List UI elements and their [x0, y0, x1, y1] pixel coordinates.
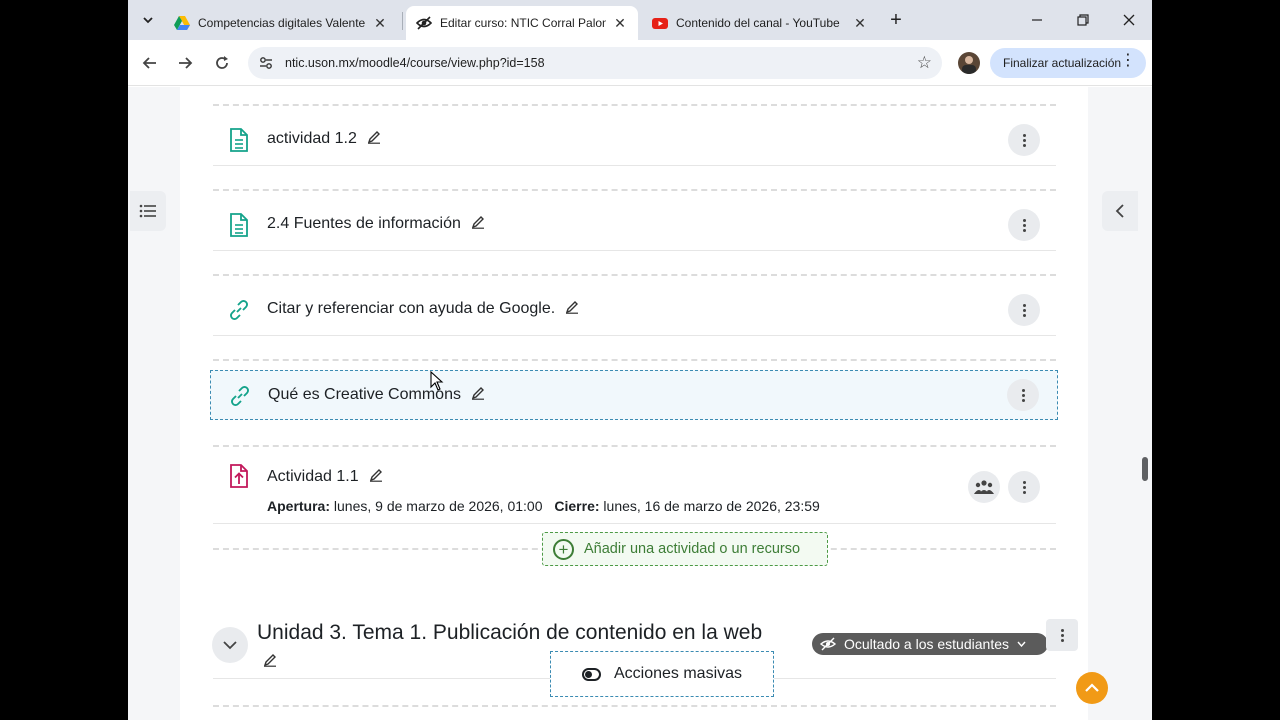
edit-pencil-icon[interactable]	[367, 130, 381, 144]
activity-item-selected[interactable]: Qué es Creative Commons	[210, 370, 1058, 420]
activity-actions-menu[interactable]	[1008, 294, 1040, 326]
google-drive-icon	[174, 16, 190, 30]
open-date-label: Apertura:	[267, 498, 331, 514]
activity-item[interactable]: Citar y referenciar con ayuda de Google.	[210, 285, 1058, 335]
url-text: ntic.uson.mx/moodle4/course/view.php?id=…	[285, 56, 545, 70]
block-drawer-toggle[interactable]	[1102, 191, 1138, 231]
chevron-down-icon	[1017, 641, 1026, 647]
activity-item[interactable]: 2.4 Fuentes de información	[210, 200, 1058, 250]
add-activity-button[interactable]: + Añadir una actividad o un recurso	[542, 532, 828, 566]
activity-name[interactable]: Actividad 1.1	[267, 468, 359, 485]
activity-name[interactable]: Citar y referenciar con ayuda de Google.	[267, 300, 555, 317]
edit-pencil-icon[interactable]	[471, 386, 485, 400]
forward-icon[interactable]	[173, 51, 197, 75]
tab-search-icon[interactable]	[136, 8, 160, 32]
link-icon	[231, 386, 249, 406]
group-icon	[974, 480, 994, 494]
browser-window: Competencias digitales Valente ✕ Editar …	[128, 0, 1152, 720]
chevron-down-icon	[223, 641, 237, 650]
course-index-toggle[interactable]	[130, 191, 166, 231]
minimize-icon[interactable]	[1025, 8, 1049, 32]
add-activity-label: Añadir una actividad o un recurso	[584, 541, 801, 557]
bookmark-star-icon[interactable]: ☆	[917, 53, 932, 73]
collapse-section-button[interactable]	[212, 627, 248, 663]
finish-update-button[interactable]: Finalizar actualización ⋮	[990, 48, 1146, 78]
activity-item[interactable]: Actividad 1.1 Apertura: lunes, 9 de marz…	[210, 451, 1058, 523]
close-tab-icon[interactable]: ✕	[852, 15, 868, 31]
hidden-status-text: Ocultado a los estudiantes	[844, 636, 1009, 652]
new-tab-button[interactable]: +	[884, 8, 908, 32]
activity-actions-menu[interactable]	[1007, 379, 1039, 411]
list-icon	[139, 204, 156, 218]
close-window-icon[interactable]	[1117, 8, 1141, 32]
tab-title: Editar curso: NTIC Corral Palom	[440, 16, 606, 30]
page-scrollbar-thumb[interactable]	[1142, 457, 1148, 481]
chevron-left-icon	[1115, 204, 1124, 218]
eye-slash-icon	[820, 637, 836, 651]
page-icon	[230, 213, 248, 237]
close-tab-icon[interactable]: ✕	[372, 15, 388, 31]
activity-name[interactable]: 2.4 Fuentes de información	[267, 215, 461, 232]
back-icon[interactable]	[138, 51, 162, 75]
edit-pencil-icon[interactable]	[263, 653, 277, 667]
back-to-top-button[interactable]	[1076, 672, 1108, 704]
course-content: actividad 1.2 2.4 Fuentes de información	[180, 87, 1088, 720]
edit-pencil-icon[interactable]	[369, 468, 383, 482]
browser-menu-icon[interactable]: ⋮	[1120, 53, 1136, 69]
tab-competencias[interactable]: Competencias digitales Valente ✕	[164, 6, 398, 40]
hidden-status-badge[interactable]: Ocultado a los estudiantes	[812, 633, 1048, 655]
tab-youtube[interactable]: Contenido del canal - YouTube ✕	[642, 6, 878, 40]
edit-pencil-icon[interactable]	[471, 215, 485, 229]
bulk-actions-button[interactable]: Acciones masivas	[550, 651, 774, 697]
tab-title: Contenido del canal - YouTube	[676, 16, 840, 30]
close-date-label: Cierre:	[554, 498, 600, 514]
mouse-cursor-icon	[430, 371, 444, 391]
activity-name[interactable]: actividad 1.2	[267, 130, 357, 147]
finish-update-label: Finalizar actualización	[1003, 56, 1122, 70]
activity-actions-menu[interactable]	[1008, 209, 1040, 241]
activity-actions-menu[interactable]	[1008, 124, 1040, 156]
bulk-actions-label: Acciones masivas	[613, 665, 743, 682]
toggle-icon	[581, 667, 601, 681]
close-tab-icon[interactable]: ✕	[612, 15, 628, 31]
youtube-icon	[652, 18, 668, 29]
activity-actions-menu[interactable]	[1008, 471, 1040, 503]
open-date-value: lunes, 9 de marzo de 2026, 01:00	[333, 498, 543, 514]
restore-icon[interactable]	[1071, 8, 1095, 32]
page-icon	[230, 128, 248, 152]
section-title-text: Unidad 3. Tema 1. Publicación de conteni…	[257, 621, 763, 644]
edit-pencil-icon[interactable]	[565, 300, 579, 314]
activity-item[interactable]: actividad 1.2	[210, 115, 1058, 165]
chevron-up-icon	[1085, 683, 1099, 692]
plus-circle-icon: +	[553, 538, 574, 560]
eye-slash-icon	[416, 16, 432, 30]
profile-avatar[interactable]	[958, 52, 980, 74]
reload-icon[interactable]	[210, 51, 234, 75]
group-mode-button[interactable]	[968, 471, 1000, 503]
assignment-dates: Apertura: lunes, 9 de marzo de 2026, 01:…	[267, 498, 820, 514]
site-settings-icon[interactable]	[258, 55, 274, 71]
tab-strip: Competencias digitales Valente ✕ Editar …	[128, 0, 1152, 40]
link-icon	[230, 300, 248, 320]
address-bar[interactable]: ntic.uson.mx/moodle4/course/view.php?id=…	[248, 47, 942, 79]
tab-editar-curso[interactable]: Editar curso: NTIC Corral Palom ✕	[406, 6, 638, 40]
close-date-value: lunes, 16 de marzo de 2026, 23:59	[603, 498, 820, 514]
tab-title: Competencias digitales Valente	[198, 16, 366, 30]
page-viewport: actividad 1.2 2.4 Fuentes de información	[128, 87, 1152, 720]
section-actions-menu[interactable]	[1046, 619, 1078, 651]
assignment-icon	[230, 464, 248, 488]
